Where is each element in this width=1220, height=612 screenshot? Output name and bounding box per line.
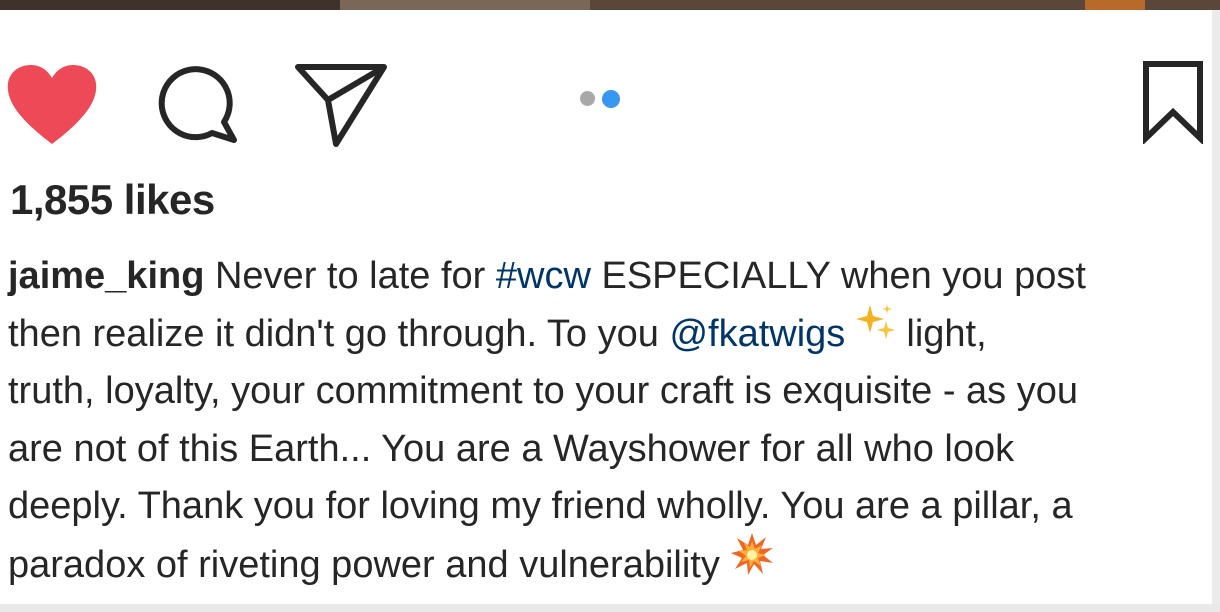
caption-username[interactable]: jaime_king <box>8 255 204 297</box>
post-footer: 1,855 likes jaime_king Never to late for… <box>0 10 1220 606</box>
like-button[interactable] <box>6 64 98 146</box>
caption-line: are not of this Earth... You are a Waysh… <box>8 427 1015 470</box>
bottom-edge-strip <box>0 604 1220 612</box>
image-edge-strip <box>0 0 1220 10</box>
image-edge-segment <box>0 0 340 10</box>
share-button[interactable] <box>292 58 392 150</box>
image-edge-segment <box>340 0 590 10</box>
collision-emoji-icon <box>730 532 774 594</box>
paper-plane-icon <box>295 64 387 147</box>
carousel-dot-inactive <box>580 91 595 106</box>
caption-line: truth, loyalty, your commitment to your … <box>8 370 1079 412</box>
post-action-bar <box>0 50 1212 150</box>
save-button[interactable] <box>1140 60 1206 146</box>
likes-count[interactable]: 1,855 likes <box>10 176 215 224</box>
comment-button[interactable] <box>150 58 242 150</box>
heart-filled-icon <box>7 65 97 144</box>
carousel-dot-active <box>602 90 620 108</box>
bookmark-icon <box>1143 61 1203 146</box>
caption-text: Never to late for <box>204 255 496 297</box>
caption-hashtag[interactable]: #wcw <box>496 255 591 297</box>
image-edge-segment <box>1085 0 1145 10</box>
caption-mention[interactable]: @fkatwigs <box>669 313 845 355</box>
caption-text: ESPECIALLY when you post <box>590 255 1086 297</box>
sparkles-emoji-icon <box>855 303 896 361</box>
caption-text: light, <box>895 312 987 355</box>
carousel-indicator <box>580 88 640 108</box>
caption-text: then realize it didn't go through. To yo… <box>8 312 670 355</box>
caption-line: jaime_king Never to late for #wcw ESPECI… <box>8 248 1208 306</box>
caption-line: deeply. Thank you for loving my friend w… <box>8 485 1073 527</box>
caption-line: paradox of riveting power and vulnerabil… <box>8 532 1208 594</box>
caption-text: paradox of riveting power and vulnerabil… <box>8 543 720 586</box>
post-caption: jaime_king Never to late for #wcw ESPECI… <box>8 248 1208 593</box>
comment-bubble-icon <box>158 66 237 143</box>
caption-line: then realize it didn't go through. To yo… <box>8 303 1208 364</box>
